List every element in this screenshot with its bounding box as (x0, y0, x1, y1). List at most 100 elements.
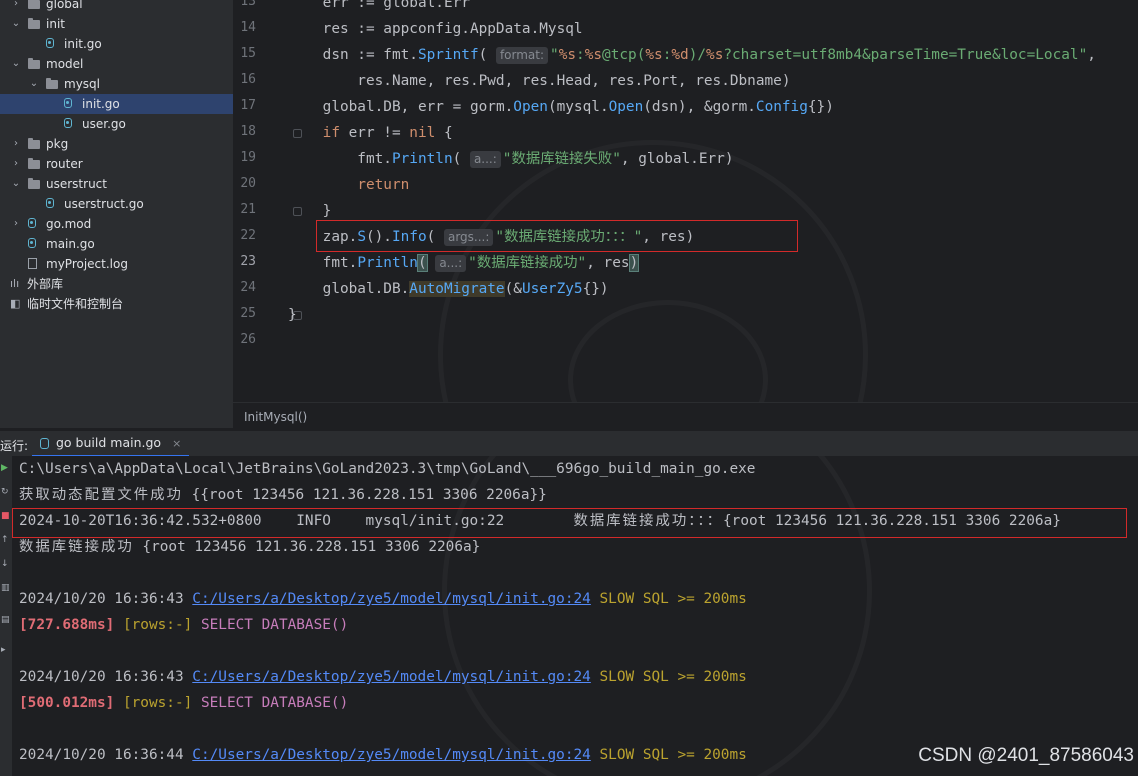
tree-item[interactable]: init.go (0, 34, 233, 54)
run-tool-window-header: 运行: go build main.go × (0, 430, 1138, 457)
folder-icon (28, 18, 40, 29)
line-number: 17 (240, 98, 256, 113)
run-tab[interactable]: go build main.go × (32, 431, 190, 457)
console-output[interactable]: C:\Users\a\AppData\Local\JetBrains\GoLan… (12, 456, 1138, 776)
tree-item[interactable]: ⌄ mysql (0, 74, 233, 94)
run-toolbar: ▶ ↻ ■ ↑ ↓ ▥ ▤ ▸ (0, 456, 12, 776)
chevron-down-icon[interactable]: ⌄ (10, 54, 22, 74)
tree-item[interactable]: myProject.log (0, 254, 233, 274)
tree-item-label: init (46, 17, 65, 31)
scroll-up-icon[interactable]: ↑ (1, 536, 10, 545)
line-number: 25 (240, 306, 256, 321)
run-label: 运行: (0, 439, 29, 453)
tree-item[interactable]: userstruct.go (0, 194, 233, 214)
chevron-down-icon[interactable]: ⌄ (28, 74, 40, 94)
trash-icon[interactable]: ▥ (1, 584, 10, 593)
code-line-24: global.DB.AutoMigrate(&UserZy5{}) (288, 281, 609, 297)
tree-item[interactable]: user.go (0, 114, 233, 134)
go-file-icon (64, 98, 72, 108)
tree-item-label: user.go (82, 117, 126, 131)
folder-icon (28, 58, 40, 69)
code-line-14: res := appconfig.AppData.Mysql (288, 21, 583, 37)
restart-icon[interactable]: ↻ (1, 488, 10, 497)
code-line-22: zap.S().Info( args...: "数据库链接成功：：：", res) (288, 229, 695, 246)
tree-item-label: global (46, 0, 83, 11)
code-line-16: res.Name, res.Pwd, res.Head, res.Port, r… (288, 73, 791, 89)
tree-item-label: model (46, 57, 84, 71)
tree-item[interactable]: › global (0, 0, 233, 14)
print-icon[interactable]: ▤ (1, 616, 10, 625)
folder-icon (46, 78, 58, 89)
tree-item-label: userstruct.go (64, 197, 144, 211)
line-number: 18 (240, 124, 256, 139)
file-link[interactable]: C:/Users/a/Desktop/zye5/model/mysql/init… (192, 747, 591, 763)
tree-item[interactable]: ⌄ init (0, 14, 233, 34)
code-line-17: global.DB, err = gorm.Open(mysql.Open(ds… (288, 99, 834, 115)
breadcrumb[interactable]: InitMysql() (233, 402, 1138, 431)
tree-item[interactable]: › pkg (0, 134, 233, 154)
line-number: 22 (240, 228, 256, 243)
tree-item[interactable]: ılı 外部库 (0, 274, 233, 294)
file-link[interactable]: C:/Users/a/Desktop/zye5/model/mysql/init… (192, 669, 591, 685)
tree-item-label: pkg (46, 137, 69, 151)
code-line-25: } (288, 307, 297, 323)
chevron-right-icon[interactable]: › (10, 214, 22, 234)
folder-icon (28, 158, 40, 169)
tree-item-label: init.go (82, 97, 120, 111)
stop-icon[interactable]: ■ (1, 512, 10, 521)
code-line-15: dsn := fmt.Sprintf( format: "%s:%s@tcp(%s… (288, 47, 1096, 64)
line-number: 24 (240, 280, 256, 295)
slow-sql-line: 2024/10/20 16:36:44 C:/Users/a/Desktop/z… (19, 747, 747, 763)
code-line-23: fmt.Println( a...: "数据库链接成功", res) (288, 254, 640, 272)
tree-item-label: main.go (46, 237, 95, 251)
tree-item[interactable]: › go.mod (0, 214, 233, 234)
folder-icon (28, 178, 40, 189)
tree-item-label: mysql (64, 77, 100, 91)
tree-item[interactable]: main.go (0, 234, 233, 254)
tree-item[interactable]: ⌄ userstruct (0, 174, 233, 194)
line-number: 15 (240, 46, 256, 61)
line-number: 16 (240, 72, 256, 87)
console-line-info: 2024-10-20T16:36:42.532+0800 INFO mysql/… (19, 513, 1061, 529)
watermark: CSDN @2401_87586043 (918, 745, 1134, 766)
line-number: 23 (240, 254, 256, 269)
code-editor[interactable]: err := global.Err res := appconfig.AppDa… (288, 0, 1138, 402)
folder-icon (28, 0, 40, 9)
param-hint-format: format: (495, 47, 549, 64)
tree-item-label: myProject.log (46, 257, 128, 271)
editor-gutter: 13 14 15 16 17 18 19 20 21 22 23 24 25 26 (233, 0, 302, 402)
library-icon: ılı (10, 277, 20, 290)
close-icon[interactable]: × (172, 437, 181, 450)
go-file-icon (40, 438, 49, 449)
tree-item[interactable]: › router (0, 154, 233, 174)
sql-line: [500.012ms] [rows:-] SELECT DATABASE() (19, 695, 349, 711)
tree-item-label: userstruct (46, 177, 107, 191)
tree-item-label: 外部库 (27, 277, 64, 291)
chevron-down-icon[interactable]: ⌄ (10, 14, 22, 34)
scroll-down-icon[interactable]: ↓ (1, 560, 10, 569)
log-file-icon (28, 258, 37, 269)
rerun-icon[interactable]: ▶ (1, 464, 10, 473)
go-file-icon (46, 198, 54, 208)
breadcrumb-function[interactable]: InitMysql() (244, 410, 307, 424)
tree-item[interactable]: init.go (0, 94, 233, 114)
chevron-right-icon[interactable]: › (10, 134, 22, 154)
tree-item[interactable]: ⌄ model (0, 54, 233, 74)
chevron-down-icon[interactable]: ⌄ (10, 174, 22, 194)
slow-sql-line: 2024/10/20 16:36:43 C:/Users/a/Desktop/z… (19, 591, 747, 607)
code-line-19: fmt.Println( a...: "数据库链接失败", global.Err) (288, 151, 734, 168)
code-line-13: err := global.Err (288, 0, 470, 11)
chevron-right-icon[interactable]: › (10, 0, 22, 14)
go-file-icon (28, 218, 36, 228)
scratch-icon: ◧ (10, 297, 21, 310)
param-hint-a: a...: (435, 255, 467, 272)
console-line: 数据库链接成功 {root 123456 121.36.228.151 3306… (19, 539, 481, 555)
sql-line: [727.688ms] [rows:-] SELECT DATABASE() (19, 617, 349, 633)
tree-item[interactable]: ◧ 临时文件和控制台 (0, 294, 233, 314)
pin-icon[interactable]: ▸ (1, 646, 10, 655)
line-number: 13 (240, 0, 256, 9)
tree-item-label: go.mod (46, 217, 92, 231)
go-file-icon (64, 118, 72, 128)
chevron-right-icon[interactable]: › (10, 154, 22, 174)
file-link[interactable]: C:/Users/a/Desktop/zye5/model/mysql/init… (192, 591, 591, 607)
